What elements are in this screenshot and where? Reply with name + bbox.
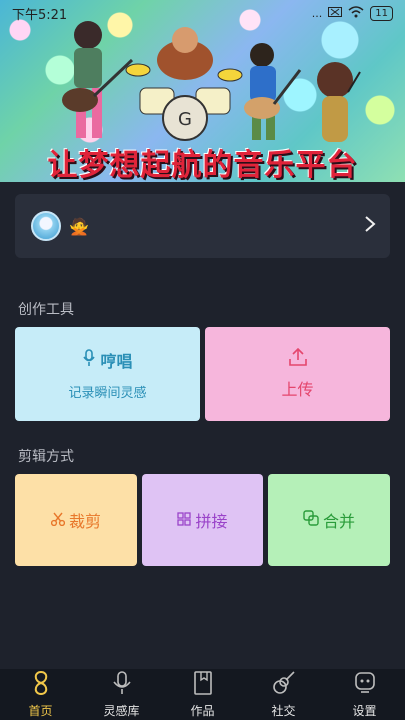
tab-label-home: 首页	[28, 704, 53, 718]
tab-label-social: 社交	[271, 704, 296, 718]
tab-label-settings: 设置	[352, 704, 377, 718]
svg-text:G: G	[178, 109, 192, 130]
signal-dots: ...	[311, 6, 323, 20]
crop-button[interactable]: 裁剪	[15, 474, 137, 566]
banner[interactable]: G 让梦想起航的音乐平台	[0, 0, 405, 182]
grid-icon	[177, 511, 192, 530]
merge-button[interactable]: 合并	[268, 474, 390, 566]
upload-button[interactable]: 上传	[205, 327, 390, 421]
scissors-icon	[50, 511, 66, 530]
splice-label: 拼接	[195, 512, 228, 531]
hum-subtitle: 记录瞬间灵感	[68, 385, 147, 401]
wifi-icon	[348, 5, 364, 21]
splice-button[interactable]: 拼接	[142, 474, 263, 566]
hum-button[interactable]: 哼唱 记录瞬间灵感	[15, 327, 200, 421]
book-icon	[192, 670, 214, 700]
upload-label: 上传	[281, 380, 314, 399]
merge-label: 合并	[322, 512, 355, 531]
robot-icon	[353, 670, 377, 700]
tab-label-works: 作品	[190, 704, 215, 718]
status-bar: 下午5:21 ... 11	[0, 0, 405, 26]
hum-label: 哼唱	[100, 351, 133, 371]
tab-works[interactable]: 作品	[162, 670, 243, 719]
merge-icon	[303, 510, 319, 530]
user-status-emoji: 🙅	[69, 216, 89, 236]
guitar-icon	[271, 670, 297, 700]
crop-label: 裁剪	[68, 512, 101, 531]
edit-methods-label: 剪辑方式	[18, 449, 74, 465]
status-time: 下午5:21	[12, 7, 68, 23]
battery-indicator: 11	[370, 5, 393, 21]
home-icon	[30, 670, 52, 700]
bottom-tab-bar: 首页 灵感库 作品 社交 设置	[0, 669, 405, 720]
microphone-icon	[82, 348, 96, 371]
sim-icon	[328, 6, 343, 20]
microphone-icon	[111, 670, 133, 700]
chevron-right-icon[interactable]	[364, 214, 376, 238]
creation-tools-label: 创作工具	[18, 302, 74, 318]
upload-icon	[288, 347, 307, 370]
tab-label-inspiration: 灵感库	[103, 704, 140, 718]
tab-social[interactable]: 社交	[243, 670, 324, 719]
status-icons: ... 11	[311, 5, 393, 21]
profile-card[interactable]: 🙅	[15, 194, 390, 258]
tab-settings[interactable]: 设置	[324, 670, 405, 719]
avatar[interactable]	[31, 211, 61, 241]
banner-title: 让梦想起航的音乐平台	[47, 148, 358, 182]
tab-inspiration[interactable]: 灵感库	[81, 670, 162, 719]
tab-home[interactable]: 首页	[0, 670, 81, 719]
